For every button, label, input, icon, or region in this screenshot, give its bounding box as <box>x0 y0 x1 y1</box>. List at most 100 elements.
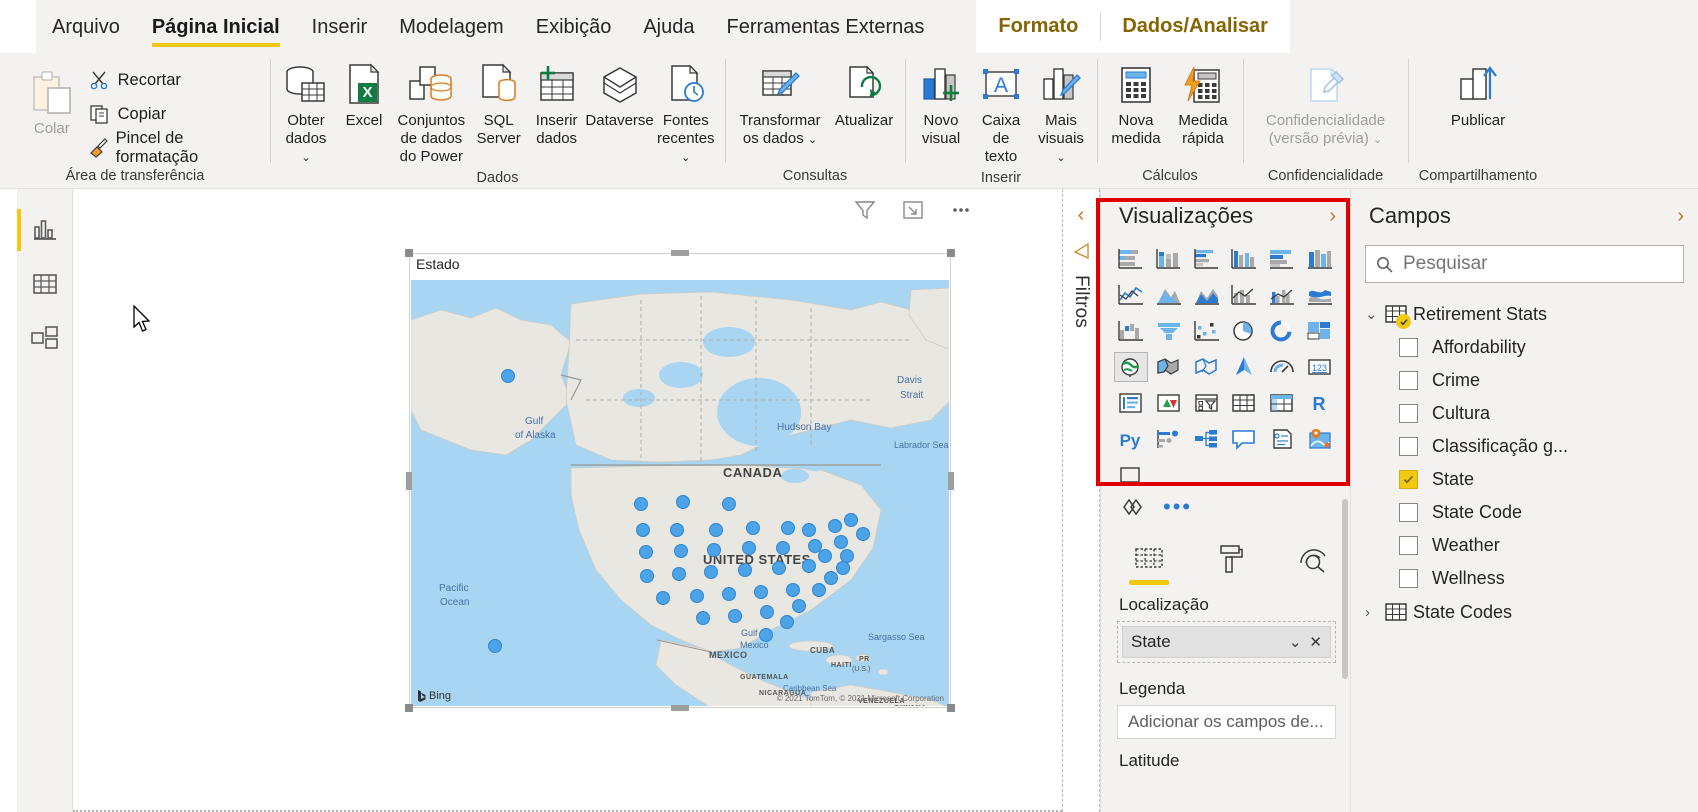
map-bubble[interactable] <box>746 521 760 535</box>
field-checkbox[interactable] <box>1399 437 1418 456</box>
viz-icon-card[interactable]: 123 <box>1304 353 1336 381</box>
well-localizacao[interactable]: State ⌄ ✕ <box>1117 621 1336 663</box>
tab-ajuda[interactable]: Ajuda <box>627 0 710 53</box>
fields-table-state-codes[interactable]: › State Codes <box>1365 595 1698 629</box>
map-bubble[interactable] <box>501 369 515 383</box>
format-painter-button[interactable]: Pincel de formatação <box>82 129 262 166</box>
viz-icon-key-influencers[interactable] <box>1153 425 1185 453</box>
tab-modelagem[interactable]: Modelagem <box>383 0 520 53</box>
map-bubble[interactable] <box>672 567 686 581</box>
map-bubble[interactable] <box>670 523 684 537</box>
viz-icon-clustered-bar-chart[interactable] <box>1191 245 1223 273</box>
viz-icon-pie-chart[interactable] <box>1228 317 1260 345</box>
map-bubble[interactable] <box>754 585 768 599</box>
field-item[interactable]: Crime <box>1365 364 1698 397</box>
visualizations-pane-scrollbar[interactable] <box>1342 499 1348 679</box>
bing-map[interactable]: CANADA UNITED STATES MEXICO Hudson Bay Davis… <box>411 280 949 706</box>
resize-handle-top[interactable] <box>671 250 689 256</box>
enter-data-button[interactable]: Inserir dados <box>529 59 585 150</box>
sql-server-button[interactable]: SQL Server <box>471 59 527 150</box>
viz-icon-100-stacked-column-chart[interactable] <box>1304 245 1336 273</box>
fields-tab[interactable] <box>1127 539 1171 585</box>
map-bubble[interactable] <box>844 513 858 527</box>
field-item[interactable]: Weather <box>1365 529 1698 562</box>
viz-icon-stacked-bar-chart[interactable] <box>1115 245 1147 273</box>
field-item[interactable]: Classificação g... <box>1365 430 1698 463</box>
cut-button[interactable]: Recortar <box>82 63 262 97</box>
viz-icon-table[interactable] <box>1228 389 1260 417</box>
fields-search-box[interactable] <box>1365 245 1684 283</box>
map-bubble[interactable] <box>704 565 718 579</box>
viz-icon-paginated-report[interactable] <box>1266 425 1298 453</box>
well-legenda-placeholder[interactable]: Adicionar os campos de... <box>1117 705 1336 739</box>
map-bubble[interactable] <box>488 639 502 653</box>
map-bubble[interactable] <box>738 563 752 577</box>
field-checkbox[interactable] <box>1399 470 1418 489</box>
map-bubble[interactable] <box>824 571 838 585</box>
map-bubble[interactable] <box>812 583 826 597</box>
field-checkbox[interactable] <box>1399 503 1418 522</box>
map-bubble[interactable] <box>690 589 704 603</box>
map-bubble[interactable] <box>818 549 832 563</box>
map-visual-container[interactable]: Estado CANADA UNITED STATES MEXICO Hudso… <box>405 249 955 712</box>
more-visuals-ellipsis-icon[interactable]: ••• <box>1163 496 1192 518</box>
filters-pane-collapsed[interactable]: ‹ Filtros <box>1062 189 1100 812</box>
viz-icon-arcgis-map[interactable] <box>1228 353 1260 381</box>
viz-icon-line-clustered-column[interactable] <box>1266 281 1298 309</box>
tab-dados-analisar[interactable]: Dados/Analisar <box>1100 0 1290 53</box>
transform-data-button[interactable]: Transformar os dados ⌄ <box>733 59 827 151</box>
viz-icon-qa-visual[interactable] <box>1228 425 1260 453</box>
viz-icon-line-stacked-column[interactable] <box>1228 281 1260 309</box>
field-item[interactable]: Cultura <box>1365 397 1698 430</box>
viz-icon-python-visual[interactable]: Py <box>1115 425 1147 453</box>
chevron-left-icon[interactable]: ‹ <box>1078 205 1085 225</box>
viz-icon-ribbon-chart[interactable] <box>1304 281 1336 309</box>
chevron-right-icon[interactable]: › <box>1329 206 1336 226</box>
copy-button[interactable]: Copiar <box>82 97 262 131</box>
get-data-button[interactable]: Obter dados ⌄ <box>278 59 334 169</box>
map-bubble[interactable] <box>792 599 806 613</box>
publish-button[interactable]: Publicar <box>1438 59 1518 132</box>
map-bubble[interactable] <box>640 569 654 583</box>
map-bubble[interactable] <box>636 523 650 537</box>
map-bubble[interactable] <box>786 583 800 597</box>
viz-icon-kpi[interactable] <box>1153 389 1185 417</box>
sidebar-item-model-view[interactable] <box>17 311 73 365</box>
viz-icon-area-chart[interactable] <box>1153 281 1185 309</box>
viz-icon-stacked-area-chart[interactable] <box>1191 281 1223 309</box>
fields-table-retirement-stats[interactable]: ⌄ Retirement Stats <box>1365 297 1698 331</box>
excel-button[interactable]: X Excel <box>336 59 392 132</box>
viz-icon-smart-narrative[interactable] <box>1115 461 1147 489</box>
field-item[interactable]: Affordability <box>1365 331 1698 364</box>
tab-exibicao[interactable]: Exibição <box>520 0 628 53</box>
fields-tree[interactable]: ⌄ Retirement Stats Affordability Crime Cultu… <box>1351 283 1698 629</box>
recent-sources-button[interactable]: Fontes recentes ⌄ <box>655 59 717 169</box>
viz-icon-treemap[interactable] <box>1304 317 1336 345</box>
focus-mode-icon[interactable] <box>900 197 926 223</box>
viz-icon-decomposition-tree[interactable] <box>1191 425 1223 453</box>
map-bubble[interactable] <box>728 609 742 623</box>
map-bubble[interactable] <box>742 541 756 555</box>
map-bubble[interactable] <box>634 497 648 511</box>
quick-measure-button[interactable]: Medida rápida <box>1171 59 1235 150</box>
field-item[interactable]: State Code <box>1365 496 1698 529</box>
tab-ferramentas-externas[interactable]: Ferramentas Externas <box>711 0 941 53</box>
map-bubble[interactable] <box>656 591 670 605</box>
dataverse-button[interactable]: Dataverse <box>585 59 654 132</box>
map-bubble[interactable] <box>676 495 690 509</box>
sidebar-item-report-view[interactable] <box>16 203 73 257</box>
field-checkbox[interactable] <box>1399 536 1418 555</box>
map-bubble[interactable] <box>709 523 723 537</box>
power-datasets-button[interactable]: Conjuntos de dados do Power <box>394 59 469 168</box>
viz-icon-slicer[interactable] <box>1191 389 1223 417</box>
field-chip-state[interactable]: State ⌄ ✕ <box>1122 626 1331 658</box>
viz-icon-matrix[interactable] <box>1266 389 1298 417</box>
more-options-icon[interactable] <box>948 197 974 223</box>
field-checkbox[interactable] <box>1399 338 1418 357</box>
sidebar-item-data-view[interactable] <box>17 257 73 311</box>
viz-icon-waterfall-chart[interactable] <box>1115 317 1147 345</box>
chevron-down-icon[interactable]: ⌄ <box>1289 633 1302 651</box>
map-bubble[interactable] <box>828 519 842 533</box>
tab-inserir[interactable]: Inserir <box>296 0 384 53</box>
viz-icon-multi-row-card[interactable] <box>1115 389 1147 417</box>
